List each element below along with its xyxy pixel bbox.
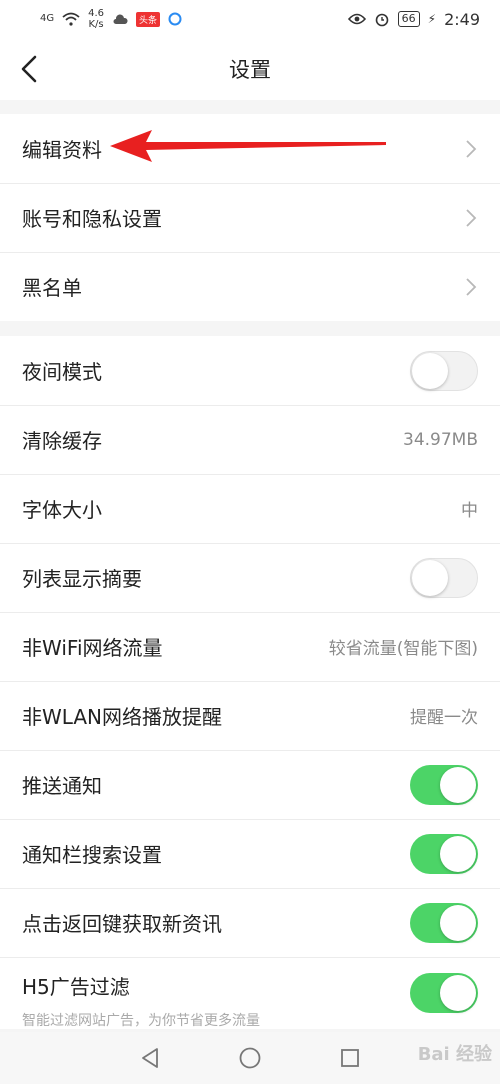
row-label: 账号和隐私设置	[22, 207, 162, 231]
h5-ad-filter-item: H5广告过滤 智能过滤网站广告，为你节省更多流量	[0, 957, 500, 1029]
blacklist-item[interactable]: 黑名单	[0, 252, 500, 321]
app-badge: 头条	[136, 11, 161, 27]
red-arrow-annotation	[110, 130, 386, 162]
recents-square-icon[interactable]	[339, 1047, 361, 1069]
chevron-right-icon	[466, 139, 477, 158]
row-label: 清除缓存	[22, 429, 102, 453]
h5-ad-filter-toggle[interactable]	[410, 973, 478, 1013]
toggle-knob	[440, 766, 476, 803]
network-speed: 4.6 K/s	[88, 8, 105, 30]
row-label: 列表显示摘要	[22, 567, 142, 591]
back-refresh-item: 点击返回键获取新资讯	[0, 888, 500, 957]
chevron-left-icon	[21, 55, 37, 83]
row-label: 夜间模式	[22, 360, 102, 384]
chevron-right-icon	[466, 277, 477, 296]
clock: 2:49	[444, 9, 480, 29]
status-bar: 4G 4.6 K/s 头条 66 ⚡ 2:49	[0, 0, 500, 38]
row-subtitle: 智能过滤网站广告，为你节省更多流量	[22, 1013, 260, 1029]
toggle-knob	[440, 904, 476, 941]
row-label: 字体大小	[22, 498, 102, 522]
push-notification-item: 推送通知	[0, 750, 500, 819]
page-title: 设置	[229, 58, 271, 82]
font-size-value: 中	[461, 501, 478, 521]
notification-search-item: 通知栏搜索设置	[0, 819, 500, 888]
non-wlan-value: 提醒一次	[410, 708, 478, 728]
toggle-knob	[440, 975, 476, 1011]
list-summary-item: 列表显示摘要	[0, 543, 500, 612]
alarm-icon	[375, 13, 388, 27]
back-refresh-toggle[interactable]	[410, 902, 478, 943]
row-label: 通知栏搜索设置	[22, 843, 162, 867]
list-summary-toggle[interactable]	[410, 557, 478, 598]
q-icon	[168, 12, 182, 26]
row-label: H5广告过滤	[22, 975, 130, 999]
row-label: 黑名单	[22, 276, 82, 300]
non-wifi-value: 较省流量(智能下图)	[328, 639, 478, 659]
row-label: 非WLAN网络播放提醒	[22, 705, 223, 729]
clear-cache-item[interactable]: 清除缓存 34.97MB	[0, 405, 500, 474]
toggle-knob	[440, 835, 476, 872]
signal-icon: 4G	[40, 13, 55, 24]
push-notification-toggle[interactable]	[410, 764, 478, 805]
row-label: 点击返回键获取新资讯	[22, 912, 222, 936]
charging-icon: ⚡	[427, 12, 437, 26]
wifi-icon	[62, 12, 80, 26]
toggle-knob	[412, 559, 448, 596]
back-button[interactable]	[14, 54, 44, 84]
row-label: 推送通知	[22, 774, 102, 798]
non-wlan-reminder-item[interactable]: 非WLAN网络播放提醒 提醒一次	[0, 681, 500, 750]
font-size-item[interactable]: 字体大小 中	[0, 474, 500, 543]
night-mode-toggle[interactable]	[410, 350, 478, 391]
nav-bar: 设置	[0, 38, 500, 100]
chevron-right-icon	[466, 208, 477, 227]
notification-search-toggle[interactable]	[410, 833, 478, 874]
row-label: 非WiFi网络流量	[22, 636, 163, 660]
preferences-section: 夜间模式 清除缓存 34.97MB 字体大小 中 列表显示摘要 非WiFi网络流…	[0, 336, 500, 1029]
account-privacy-item[interactable]: 账号和隐私设置	[0, 183, 500, 252]
battery-icon: 66	[397, 11, 420, 27]
home-circle-icon[interactable]	[238, 1046, 262, 1070]
back-triangle-icon[interactable]	[139, 1047, 161, 1069]
eye-icon	[347, 13, 366, 25]
night-mode-item: 夜间模式	[0, 336, 500, 405]
non-wifi-traffic-item[interactable]: 非WiFi网络流量 较省流量(智能下图)	[0, 612, 500, 681]
cache-size-value: 34.97MB	[403, 429, 478, 450]
toggle-knob	[412, 352, 448, 389]
watermark: Bai 经验	[417, 1044, 492, 1065]
cloud-icon	[113, 14, 128, 24]
row-label: 编辑资料	[22, 138, 102, 162]
